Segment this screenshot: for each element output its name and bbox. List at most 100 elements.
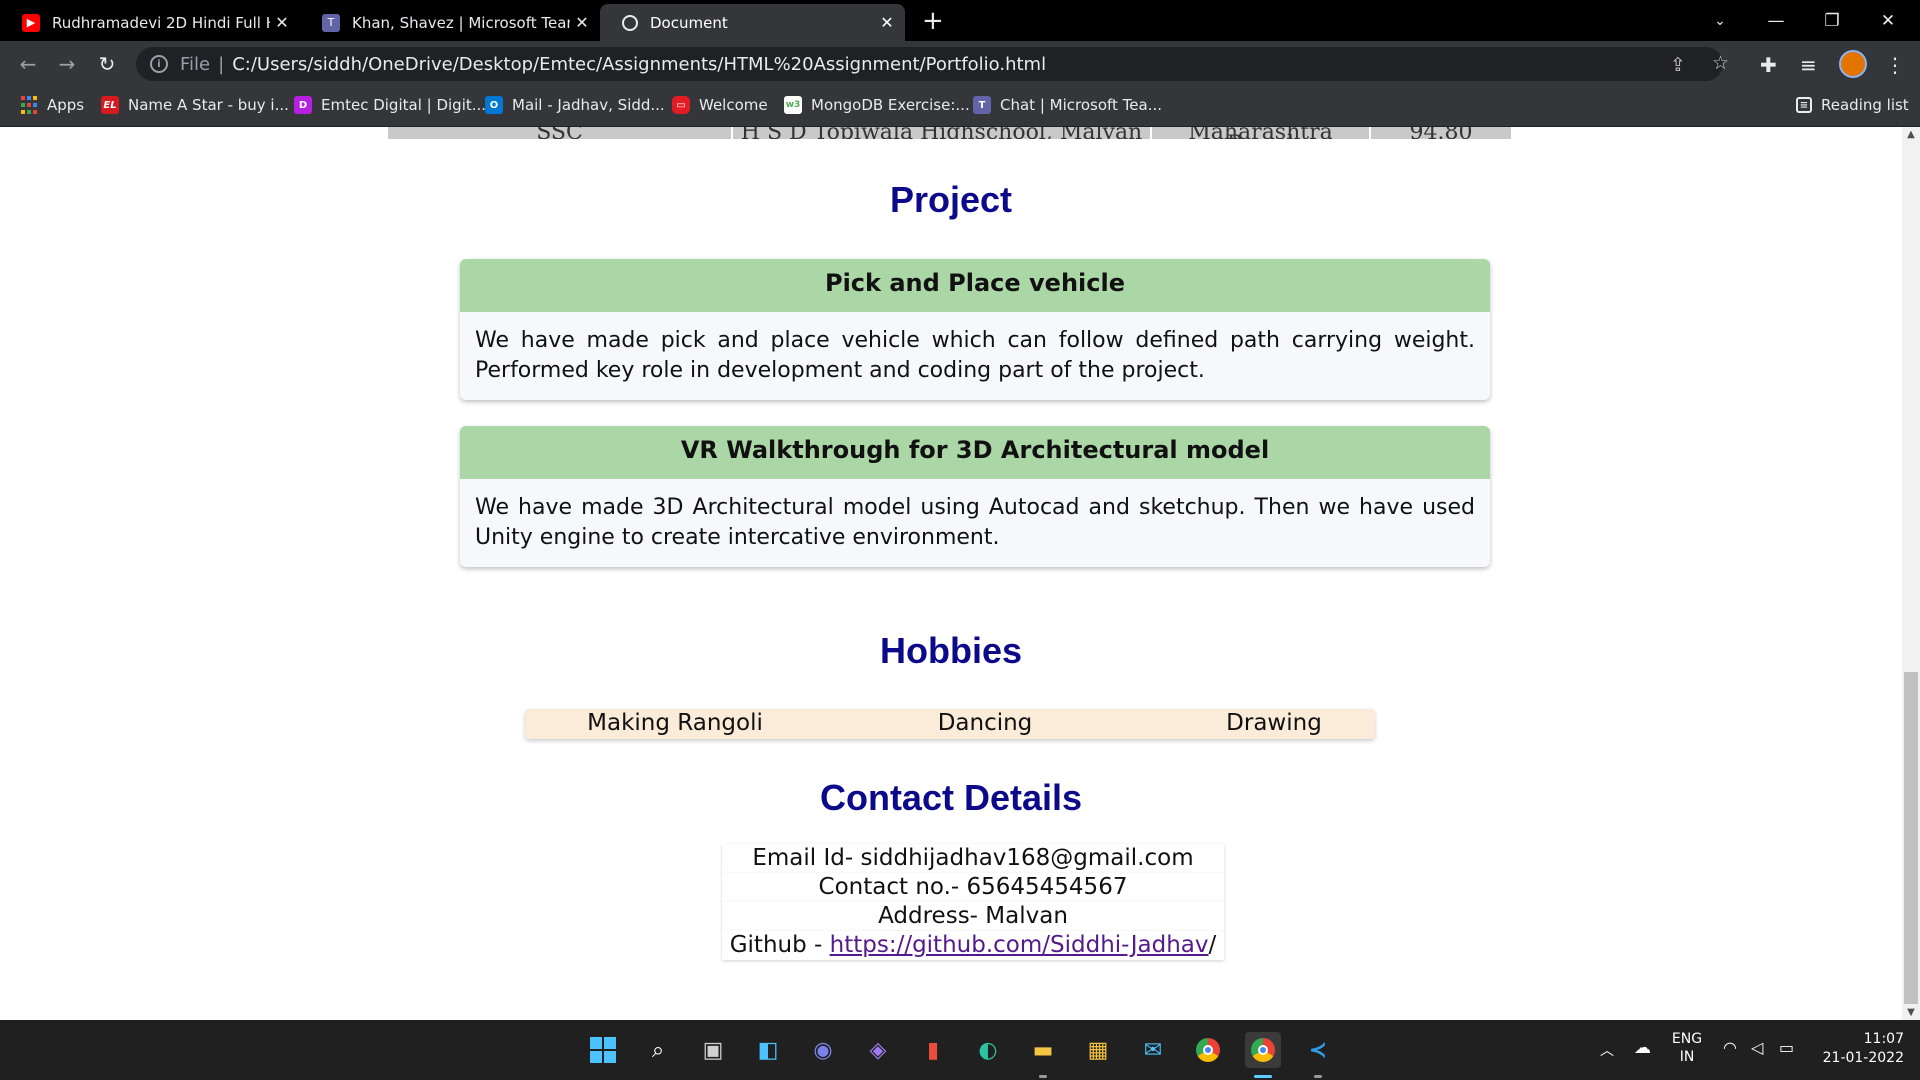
minimize-icon[interactable]: — [1748, 0, 1804, 41]
visual-studio-icon[interactable]: ◈ [860, 1032, 896, 1068]
extensions-puzzle-icon[interactable]: ✚ [1760, 53, 1777, 77]
clock-date: 21-01-2022 [1822, 1050, 1904, 1066]
project-card-title: VR Walkthrough for 3D Architectural mode… [460, 426, 1490, 479]
project-card-description: We have made pick and place vehicle whic… [475, 328, 1475, 383]
globe-icon [622, 14, 638, 31]
el-icon: EL [101, 96, 119, 114]
running-indicator [1314, 1075, 1322, 1078]
w3schools-icon: w3 [784, 96, 802, 114]
teams-icon: T [973, 96, 991, 114]
clock[interactable]: 11:07 21-01-2022 [1812, 1030, 1904, 1068]
tab-document[interactable]: Document ✕ [600, 4, 905, 41]
tray-chevron-icon[interactable]: ︿ [1600, 1040, 1614, 1060]
education-table-cell: H S D Topiwala Highschool, Malvan [733, 127, 1150, 139]
project-section-title: Project [889, 179, 1013, 220]
reading-list-button[interactable]: ≡ Reading list [1796, 96, 1909, 114]
file-explorer-icon[interactable]: ▬ [1025, 1032, 1061, 1068]
bookmark-label: Name A Star - buy i... [128, 96, 289, 114]
windows-start-icon[interactable] [585, 1032, 621, 1068]
bookmark-mongodb-exercise[interactable]: w3 MongoDB Exercise:... [784, 96, 970, 114]
clock-time: 11:07 [1863, 1031, 1904, 1047]
education-table-cell: 94.80 [1371, 127, 1511, 139]
bookmark-mail[interactable]: O Mail - Jadhav, Sidd... [485, 96, 665, 114]
scroll-down-arrow-icon[interactable]: ▼ [1902, 1007, 1920, 1018]
bookmark-teams-chat[interactable]: T Chat | Microsoft Tea... [973, 96, 1162, 114]
restore-icon[interactable]: ❐ [1804, 0, 1860, 41]
scroll-up-arrow-icon[interactable]: ▲ [1902, 129, 1920, 140]
project-card-title: Pick and Place vehicle [460, 259, 1490, 312]
running-indicator [1039, 1075, 1047, 1078]
page-scrollbar[interactable]: ▲ ▼ [1902, 127, 1920, 1020]
bookmark-welcome[interactable]: ▭ Welcome [672, 96, 768, 114]
window-close-icon[interactable]: ✕ [1860, 0, 1916, 41]
mail-icon[interactable]: ✉ [1135, 1032, 1171, 1068]
education-table-cell: SSC [388, 127, 731, 139]
language-indicator[interactable]: ENG IN [1670, 1030, 1704, 1066]
close-tab-icon[interactable]: ✕ [875, 13, 899, 32]
search-icon[interactable]: ⌕ [640, 1032, 676, 1068]
education-table-cell: Maharashtra Board [1152, 127, 1369, 139]
github-link[interactable]: https://github.com/Siddhi-Jadhav [830, 932, 1209, 958]
browser-toolbar: ← → ↻ i File | C:/Users/siddh/OneDrive/D… [0, 41, 1920, 87]
reload-icon[interactable]: ↻ [92, 49, 122, 79]
tab-search-chevron-icon[interactable]: ⌄ [1692, 0, 1748, 41]
back-arrow-icon[interactable]: ← [13, 49, 43, 79]
project-card-description: We have made 3D Architectural model usin… [475, 495, 1475, 550]
hobbies-section-title: Hobbies [879, 630, 1022, 671]
forward-arrow-icon[interactable]: → [52, 49, 82, 79]
bookmark-label: Apps [47, 96, 85, 114]
bookmark-emtec-digital[interactable]: D Emtec Digital | Digit... [294, 96, 486, 114]
url-text[interactable]: C:/Users/siddh/OneDrive/Desktop/Emtec/As… [232, 54, 1046, 75]
scheme-separator: | [218, 53, 225, 75]
emtec-icon: D [294, 96, 312, 114]
close-tab-icon[interactable]: ✕ [270, 13, 294, 32]
address-bar[interactable]: i File | C:/Users/siddh/OneDrive/Desktop… [136, 47, 1723, 81]
contact-github: Github - https://github.com/Siddhi-Jadha… [722, 931, 1224, 960]
active-app-indicator [1254, 1075, 1272, 1078]
tab-title: Khan, Shavez | Microsoft Teams [352, 13, 570, 32]
profile-avatar[interactable] [1839, 50, 1867, 78]
hobbies-list: Making Rangoli Dancing Drawing [525, 709, 1375, 739]
bookmark-name-a-star[interactable]: EL Name A Star - buy i... [101, 96, 289, 114]
welcome-icon: ▭ [672, 96, 690, 114]
widgets-icon[interactable]: ◧ [750, 1032, 786, 1068]
vscode-icon[interactable]: ≺ [1300, 1032, 1336, 1068]
bookmark-apps[interactable]: Apps [20, 96, 84, 114]
new-tab-button[interactable]: + [922, 6, 944, 36]
onedrive-cloud-icon[interactable]: ☁ [1634, 1038, 1651, 1058]
teams-chat-icon[interactable]: ◉ [805, 1032, 841, 1068]
info-icon[interactable]: i [150, 55, 168, 73]
contact-section-title: Contact Details [819, 777, 1083, 818]
volume-icon[interactable]: ◁ [1751, 1038, 1763, 1057]
share-icon[interactable]: ⇪ [1670, 54, 1686, 76]
browser-tab-strip: ▶ Rudhramadevi 2D Hindi Full HD ✕ T Khan… [0, 0, 1920, 41]
tab-title: Rudhramadevi 2D Hindi Full HD [52, 13, 270, 32]
tab-youtube[interactable]: ▶ Rudhramadevi 2D Hindi Full HD ✕ [0, 4, 300, 41]
teams-icon: T [322, 13, 340, 32]
language-bottom: IN [1679, 1049, 1695, 1065]
hobby-item: Making Rangoli [587, 710, 763, 736]
media-queue-icon[interactable]: ≡ [1800, 53, 1817, 77]
page-viewport: SSC H S D Topiwala Highschool, Malvan Ma… [0, 127, 1902, 1020]
bookmark-star-icon[interactable]: ☆ [1712, 52, 1729, 74]
microsoft-store-icon[interactable]: ▦ [1080, 1032, 1116, 1068]
apps-grid-icon [20, 96, 38, 114]
chrome-icon[interactable] [1190, 1032, 1226, 1068]
scheme-label: File [180, 53, 211, 75]
youtube-icon: ▶ [22, 13, 40, 32]
wifi-icon[interactable]: ◠ [1723, 1038, 1737, 1057]
office-icon[interactable]: ▮ [915, 1032, 951, 1068]
tab-title: Document [650, 13, 728, 32]
project-card: Pick and Place vehicle We have made pick… [460, 259, 1490, 400]
tab-teams[interactable]: T Khan, Shavez | Microsoft Teams ✕ [300, 4, 600, 41]
menu-kebab-icon[interactable]: ⋮ [1885, 53, 1905, 77]
edge-icon[interactable]: ◐ [970, 1032, 1006, 1068]
outlook-icon: O [485, 96, 503, 114]
close-tab-icon[interactable]: ✕ [570, 13, 594, 32]
scrollbar-thumb[interactable] [1904, 672, 1918, 1004]
chrome-active-icon[interactable] [1245, 1032, 1281, 1068]
task-view-icon[interactable]: ▣ [695, 1032, 731, 1068]
battery-icon[interactable]: ▭ [1779, 1038, 1794, 1057]
hobby-item: Drawing [1226, 710, 1322, 736]
github-prefix: Github - [729, 932, 830, 958]
